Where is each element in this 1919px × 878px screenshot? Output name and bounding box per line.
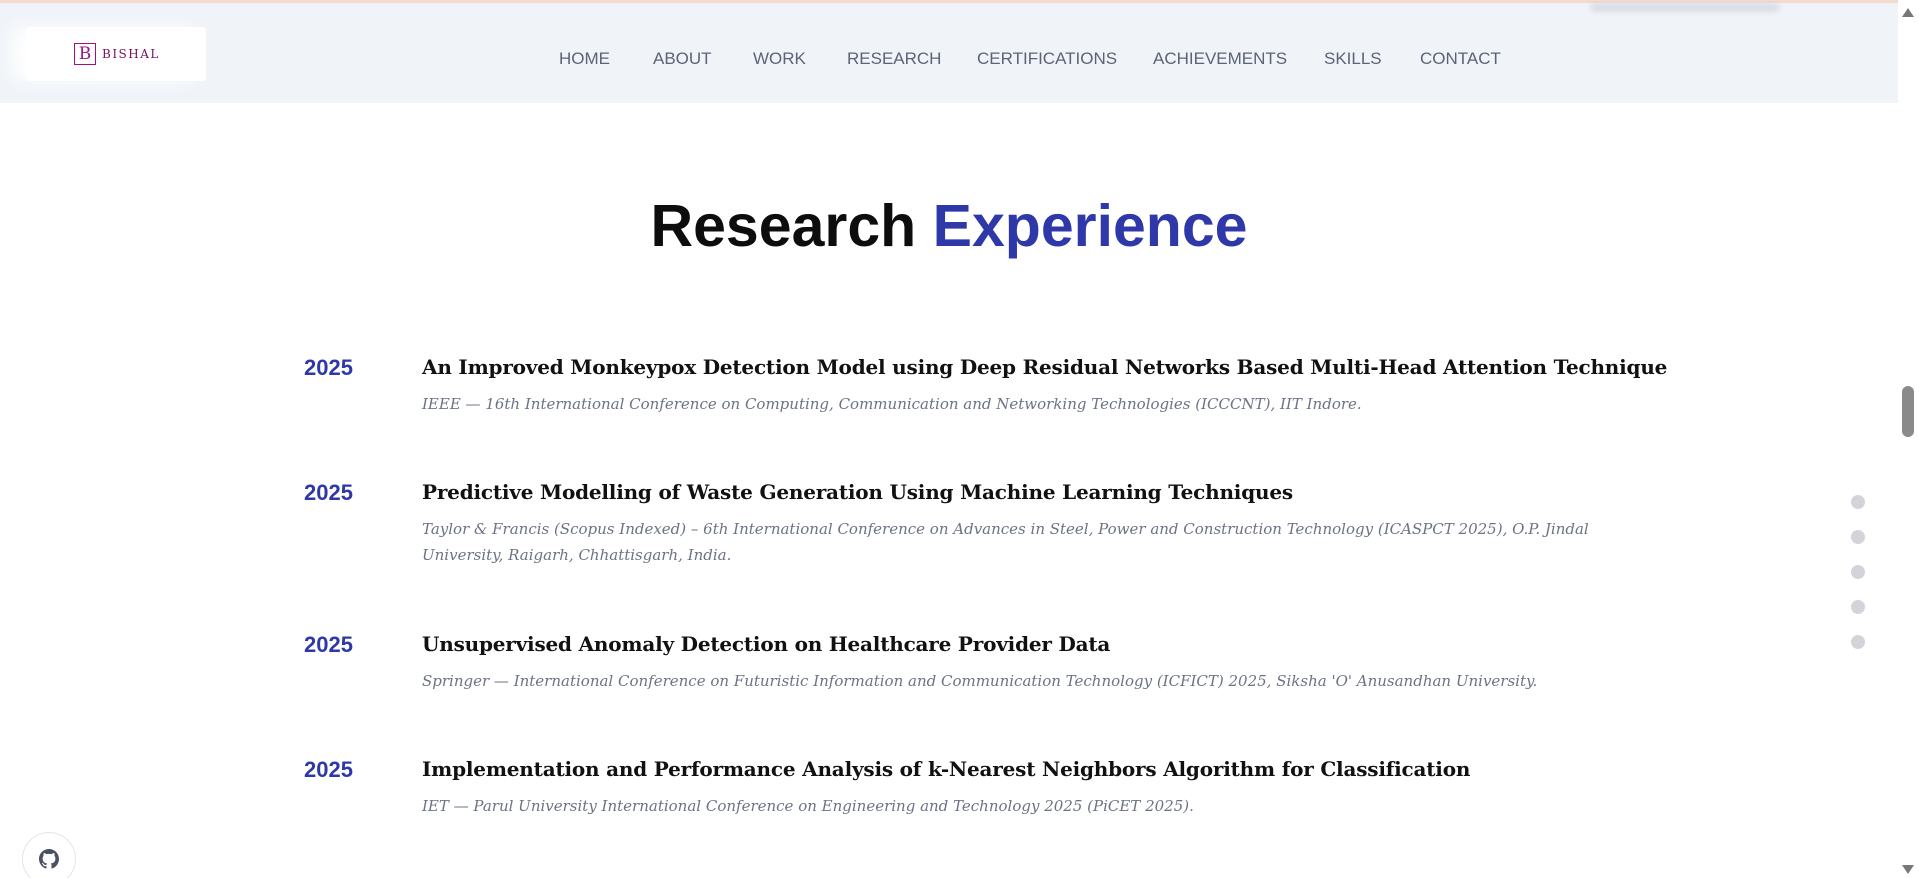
entry-year: 2025	[304, 632, 353, 657]
section-title: Research Experience	[0, 192, 1898, 260]
section-dot[interactable]	[1851, 530, 1865, 544]
nav-item-contact[interactable]: CONTACT	[1420, 49, 1501, 69]
nav-item-achievements[interactable]: ACHIEVEMENTS	[1153, 49, 1287, 69]
github-button[interactable]	[22, 832, 76, 878]
entry-venue: IET — Parul University International Con…	[422, 797, 1194, 815]
scroll-thumb[interactable]	[1902, 386, 1914, 437]
main-nav: HOME ABOUT WORK RESEARCH CERTIFICATIONS …	[0, 49, 1898, 79]
entry-year: 2025	[304, 757, 353, 782]
entry-title: Implementation and Performance Analysis …	[422, 757, 1471, 781]
entry-venue: Springer — International Conference on F…	[422, 672, 1538, 690]
nav-item-about[interactable]: ABOUT	[653, 49, 712, 69]
entry-title: Predictive Modelling of Waste Generation…	[422, 480, 1293, 504]
nav-item-certifications[interactable]: CERTIFICATIONS	[977, 49, 1117, 69]
section-dot[interactable]	[1851, 565, 1865, 579]
nav-item-research[interactable]: RESEARCH	[847, 49, 941, 69]
section-title-accent: Experience	[932, 193, 1248, 259]
section-dots-nav	[1851, 495, 1865, 670]
scroll-down-arrow-icon[interactable]	[1902, 865, 1914, 874]
github-icon	[39, 849, 59, 869]
entry-year: 2025	[304, 355, 353, 380]
section-dot[interactable]	[1851, 635, 1865, 649]
section-dot[interactable]	[1851, 600, 1865, 614]
blurred-element	[1590, 3, 1780, 12]
section-title-main: Research	[650, 193, 917, 259]
section-dot[interactable]	[1851, 495, 1865, 509]
entry-year: 2025	[304, 480, 353, 505]
entry-venue: IEEE — 16th International Conference on …	[422, 395, 1362, 413]
nav-item-work[interactable]: WORK	[753, 49, 806, 69]
nav-item-home[interactable]: HOME	[559, 49, 610, 69]
scroll-up-arrow-icon[interactable]	[1902, 8, 1914, 17]
page-scrollbar[interactable]	[1898, 0, 1919, 878]
entry-title: An Improved Monkeypox Detection Model us…	[422, 355, 1668, 379]
navbar: B BISHAL HOME ABOUT WORK RESEARCH CERTIF…	[0, 3, 1898, 103]
nav-item-skills[interactable]: SKILLS	[1324, 49, 1382, 69]
entry-title: Unsupervised Anomaly Detection on Health…	[422, 632, 1111, 656]
entry-venue: Taylor & Francis (Scopus Indexed) – 6th …	[422, 520, 1589, 564]
